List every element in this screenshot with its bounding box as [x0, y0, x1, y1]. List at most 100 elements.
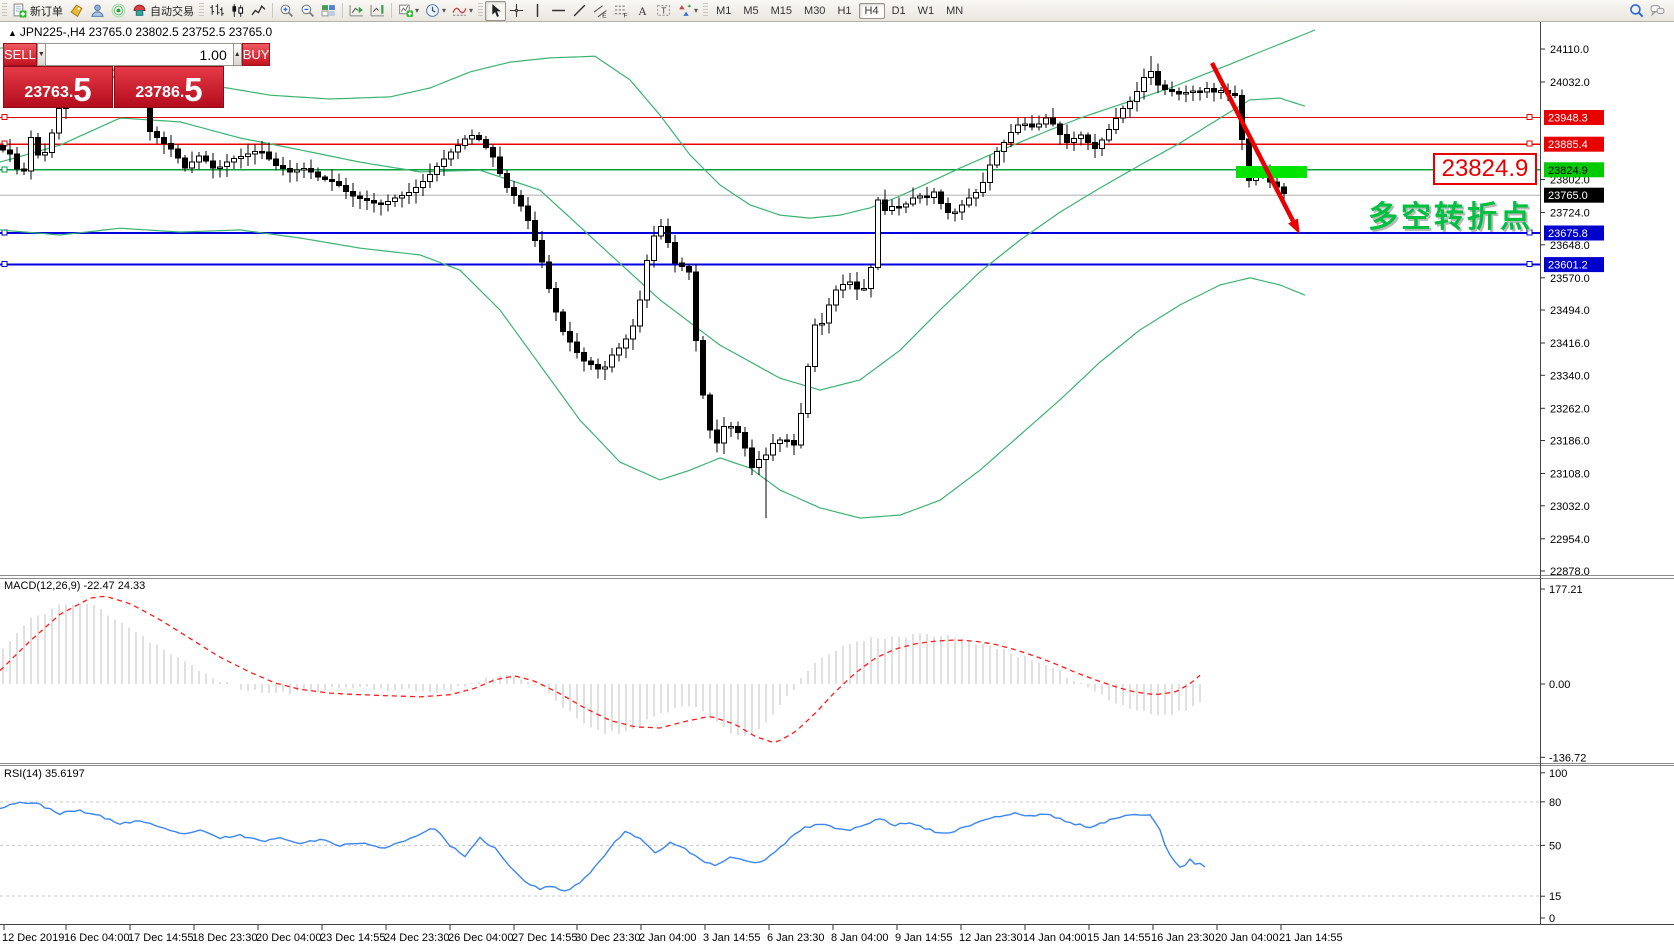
toolbar-right-group: [1626, 2, 1674, 20]
toolbar-fibonacci[interactable]: F: [611, 2, 632, 20]
toolbar-line-chart[interactable]: [248, 2, 269, 20]
toolbar-tf-m15[interactable]: M15: [766, 4, 797, 18]
new-order-icon: [12, 3, 27, 18]
toolbar-profile[interactable]: [87, 2, 108, 20]
toolbar-trendline[interactable]: [569, 2, 590, 20]
buy-price-pip: 5: [184, 77, 202, 103]
dropdown-arrow-icon[interactable]: ▾: [694, 6, 698, 15]
toolbar-crosshair[interactable]: [506, 2, 527, 20]
fibonacci-icon: F: [614, 3, 629, 18]
chart-area[interactable]: 24110.024032.023802.023724.023648.023570…: [0, 0, 1674, 945]
toolbar-tile-windows[interactable]: [318, 2, 339, 20]
toolbar-arrows[interactable]: ▾: [674, 2, 701, 20]
volume-decrease-button[interactable]: ▼: [37, 43, 46, 66]
toolbar-autotrade[interactable]: 自动交易: [129, 2, 197, 20]
chart-header[interactable]: ▲JPN225-,H4 23765.0 23802.5 23752.5 2376…: [8, 25, 272, 39]
volume-input[interactable]: [46, 43, 233, 66]
toolbar-vertical-line[interactable]: [527, 2, 548, 20]
svg-text:27 Dec 14:55: 27 Dec 14:55: [512, 932, 577, 944]
toolbar-separator: [272, 3, 273, 18]
svg-text:E: E: [602, 12, 606, 18]
toolbar-equidistant-channel[interactable]: E: [590, 2, 611, 20]
tile-windows-icon: [321, 3, 336, 18]
toolbar-broadcast[interactable]: [108, 2, 129, 20]
toolbar-tf-w1[interactable]: W1: [913, 4, 940, 18]
toolbar-new-chart[interactable]: ▾: [395, 2, 422, 20]
indicators-icon: [452, 3, 467, 18]
toolbar-grip[interactable]: [478, 3, 483, 18]
buy-button[interactable]: BUY: [242, 43, 271, 66]
svg-text:80: 80: [1549, 797, 1561, 809]
collapse-icon[interactable]: ▲: [8, 28, 17, 38]
toolbar-bars-chart[interactable]: [206, 2, 227, 20]
toolbar-search[interactable]: [1626, 2, 1647, 20]
profile-icon: [90, 3, 105, 18]
toolbar-grip[interactable]: [199, 3, 204, 18]
svg-text:F: F: [624, 12, 628, 18]
toolbar-zoom-in[interactable]: [276, 2, 297, 20]
toolbar-new-order[interactable]: 新订单: [9, 2, 66, 20]
dropdown-arrow-icon[interactable]: ▾: [442, 6, 446, 15]
toolbar-grip[interactable]: [703, 3, 708, 18]
svg-text:6 Jan 23:30: 6 Jan 23:30: [767, 932, 825, 944]
volume-increase-button[interactable]: ▲: [233, 43, 242, 66]
toolbar-tf-mn[interactable]: MN: [941, 4, 968, 18]
trend-arrow[interactable]: [1212, 63, 1300, 234]
toolbar-separator: [391, 3, 392, 18]
svg-text:20 Jan 04:00: 20 Jan 04:00: [1215, 932, 1279, 944]
svg-text:22954.0: 22954.0: [1550, 534, 1590, 546]
toolbar-grip[interactable]: [2, 3, 7, 18]
toolbar-candles-chart[interactable]: [227, 2, 248, 20]
toolbar-tf-h4[interactable]: H4: [859, 3, 885, 19]
toolbar-tf-m5[interactable]: M5: [738, 4, 763, 18]
svg-text:16 Dec 04:00: 16 Dec 04:00: [64, 932, 129, 944]
toolbar-shift-end[interactable]: [346, 2, 367, 20]
toolbar-history[interactable]: ▾: [422, 2, 449, 20]
symbol-ohlc-text: JPN225-,H4 23765.0 23802.5 23752.5 23765…: [20, 25, 272, 39]
svg-text:20 Dec 04:00: 20 Dec 04:00: [256, 932, 321, 944]
toolbar-quotes[interactable]: [66, 2, 87, 20]
rsi-level-lines: [0, 802, 1540, 896]
price-callout-label[interactable]: 23824.9: [1433, 153, 1537, 185]
time-axis[interactable]: 12 Dec 201916 Dec 04:0017 Dec 14:5518 De…: [2, 925, 1343, 944]
toolbar-indicators[interactable]: ▾: [449, 2, 476, 20]
turning-point-annotation[interactable]: 多空转折点: [1368, 192, 1533, 236]
toolbar-tf-m30[interactable]: M30: [799, 4, 830, 18]
price-axis[interactable]: 24110.024032.023802.023724.023648.023570…: [1540, 44, 1604, 925]
text-icon: A: [635, 3, 650, 18]
toolbar-text-label[interactable]: T: [653, 2, 674, 20]
svg-text:23340.0: 23340.0: [1550, 370, 1590, 382]
svg-text:12 Dec 2019: 12 Dec 2019: [2, 932, 64, 944]
buy-price-display[interactable]: 23786.5: [114, 66, 224, 108]
vertical-line-icon: [530, 3, 545, 18]
toolbar-zoom-out[interactable]: [297, 2, 318, 20]
toolbar-tf-m1[interactable]: M1: [711, 4, 736, 18]
dropdown-arrow-icon[interactable]: ▾: [469, 6, 473, 15]
sell-button[interactable]: SELL: [3, 43, 37, 66]
horizontal-level-lines[interactable]: [0, 115, 1540, 267]
toolbar-auto-scroll[interactable]: [367, 2, 388, 20]
toolbar-text[interactable]: A: [632, 2, 653, 20]
toolbar-tf-h1[interactable]: H1: [832, 4, 856, 18]
svg-text:-136.72: -136.72: [1549, 752, 1586, 764]
text-label-icon: T: [656, 3, 671, 18]
svg-text:12 Jan 23:30: 12 Jan 23:30: [959, 932, 1023, 944]
svg-text:21 Jan 14:55: 21 Jan 14:55: [1279, 932, 1343, 944]
equidistant-channel-icon: E: [593, 3, 608, 18]
arrows-icon: [677, 3, 692, 18]
toolbar-chat[interactable]: [1647, 2, 1668, 20]
crosshair-icon: [509, 3, 524, 18]
new-chart-icon: [398, 3, 413, 18]
sell-price-display[interactable]: 23763.5: [3, 66, 113, 108]
dropdown-arrow-icon[interactable]: ▾: [415, 6, 419, 15]
rsi-label: RSI(14) 35.6197: [4, 768, 85, 780]
sell-price-pip: 5: [73, 77, 91, 103]
auto-scroll-icon: [370, 3, 385, 18]
toolbar-cursor[interactable]: [485, 1, 506, 21]
svg-text:23648.0: 23648.0: [1550, 240, 1590, 252]
toolbar-tf-d1[interactable]: D1: [887, 4, 911, 18]
svg-text:23885.4: 23885.4: [1548, 139, 1588, 151]
toolbar-horizontal-line[interactable]: [548, 2, 569, 20]
line-chart-icon: [251, 3, 266, 18]
toolbar-separator: [342, 3, 343, 18]
